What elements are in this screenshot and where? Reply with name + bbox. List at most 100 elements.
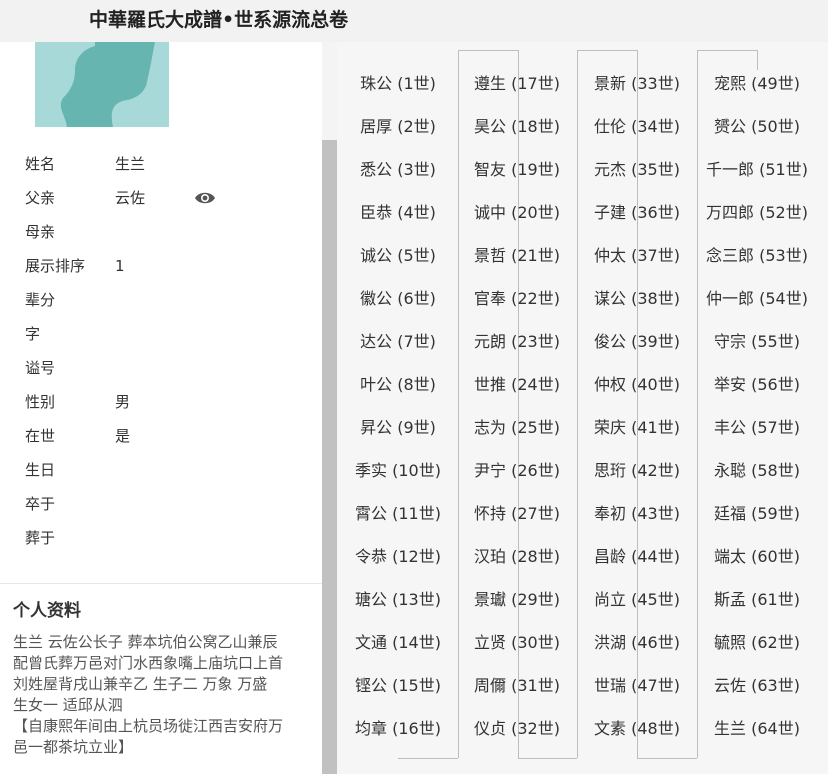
profile-label: 母亲 xyxy=(25,223,56,241)
generation-item[interactable]: 丰公 (57世) xyxy=(697,418,817,438)
bio-line: 刘姓屋背戌山兼辛乙 生子二 万象 万盛 xyxy=(13,675,268,693)
generation-item[interactable]: 仲一郎 (54世) xyxy=(697,289,817,309)
generation-item[interactable]: 荣庆 (41世) xyxy=(577,418,697,438)
generation-item[interactable]: 瑭公 (13世) xyxy=(338,590,458,610)
profile-label: 生日 xyxy=(25,461,56,479)
generation-item[interactable]: 念三郎 (53世) xyxy=(697,246,817,266)
generation-item[interactable]: 智友 (19世) xyxy=(457,160,577,180)
profile-row: 字 xyxy=(25,322,315,346)
profile-value: 1 xyxy=(115,257,125,275)
profile-value: 云佐 xyxy=(115,189,146,207)
generation-item[interactable]: 仲权 (40世) xyxy=(577,375,697,395)
generation-item[interactable]: 文通 (14世) xyxy=(338,633,458,653)
generation-item[interactable]: 尚立 (45世) xyxy=(577,590,697,610)
generation-item[interactable]: 永聪 (58世) xyxy=(697,461,817,481)
generation-item[interactable]: 赟公 (50世) xyxy=(697,117,817,137)
generation-item[interactable]: 奉初 (43世) xyxy=(577,504,697,524)
generation-item[interactable]: 尹宁 (26世) xyxy=(457,461,577,481)
generation-item[interactable]: 仪贞 (32世) xyxy=(457,719,577,739)
bio-title: 个人资料 xyxy=(13,601,81,621)
generation-item[interactable]: 子建 (36世) xyxy=(577,203,697,223)
profile-row: 在世 是 xyxy=(25,424,315,448)
generation-item[interactable]: 周儞 (31世) xyxy=(457,676,577,696)
tree-connector xyxy=(458,50,518,51)
profile-label: 性别 xyxy=(25,393,56,411)
generation-item[interactable]: 世推 (24世) xyxy=(457,375,577,395)
generation-item[interactable]: 霄公 (11世) xyxy=(338,504,458,524)
generation-item[interactable]: 斯孟 (61世) xyxy=(697,590,817,610)
profile-row: 谥号 xyxy=(25,356,315,380)
generation-item[interactable]: 举安 (56世) xyxy=(697,375,817,395)
generation-item[interactable]: 铿公 (15世) xyxy=(338,676,458,696)
generation-item[interactable]: 洪湖 (46世) xyxy=(577,633,697,653)
generation-item[interactable]: 达公 (7世) xyxy=(338,332,458,352)
generation-item[interactable]: 俊公 (39世) xyxy=(577,332,697,352)
generation-item[interactable]: 诚中 (20世) xyxy=(457,203,577,223)
profile-value: 男 xyxy=(115,393,131,411)
generation-item[interactable]: 怀持 (27世) xyxy=(457,504,577,524)
generation-item[interactable]: 生兰 (64世) xyxy=(697,719,817,739)
generation-item[interactable]: 昌龄 (44世) xyxy=(577,547,697,567)
generation-item[interactable]: 毓照 (62世) xyxy=(697,633,817,653)
generation-item[interactable]: 思珩 (42世) xyxy=(577,461,697,481)
tree-connector xyxy=(398,758,458,759)
profile-row: 母亲 xyxy=(25,220,315,244)
profile-row: 姓名 生兰 xyxy=(25,152,315,176)
generation-item[interactable]: 均章 (16世) xyxy=(338,719,458,739)
profile-row: 性别 男 xyxy=(25,390,315,414)
generation-item[interactable]: 文素 (48世) xyxy=(577,719,697,739)
generation-item[interactable]: 志为 (25世) xyxy=(457,418,577,438)
profile-value: 是 xyxy=(115,427,131,445)
generation-item[interactable]: 守宗 (55世) xyxy=(697,332,817,352)
generation-item[interactable]: 廷福 (59世) xyxy=(697,504,817,524)
generation-item[interactable]: 昇公 (9世) xyxy=(338,418,458,438)
generation-item[interactable]: 景哲 (21世) xyxy=(457,246,577,266)
profile-label: 谥号 xyxy=(25,359,56,377)
generation-item[interactable]: 官奉 (22世) xyxy=(457,289,577,309)
generation-item[interactable]: 昊公 (18世) xyxy=(457,117,577,137)
bio-line: 【自康熙年间由上杭员场徙江西吉安府万 xyxy=(13,717,284,735)
generation-item[interactable]: 居厚 (2世) xyxy=(338,117,458,137)
generation-item[interactable]: 徽公 (6世) xyxy=(338,289,458,309)
profile-label: 在世 xyxy=(25,427,56,445)
profile-row: 展示排序 1 xyxy=(25,254,315,278)
generation-item[interactable]: 千一郎 (51世) xyxy=(697,160,817,180)
tree-connector xyxy=(637,758,697,759)
profile-row: 葬于 xyxy=(25,526,315,550)
tree-connector xyxy=(757,50,758,70)
generation-item[interactable]: 诚公 (5世) xyxy=(338,246,458,266)
generation-item[interactable]: 世瑞 (47世) xyxy=(577,676,697,696)
generation-item[interactable]: 季实 (10世) xyxy=(338,461,458,481)
generation-item[interactable]: 宠熙 (49世) xyxy=(697,74,817,94)
profile-label: 卒于 xyxy=(25,495,56,513)
page-header: 中華羅氏大成譜•世系源流总卷 xyxy=(0,0,828,42)
generation-item[interactable]: 仕伦 (34世) xyxy=(577,117,697,137)
section-divider xyxy=(0,583,322,584)
bio-line: 配曾氏葬万邑对门水西象嘴上庙坑口上首 xyxy=(13,654,284,672)
generation-item[interactable]: 令恭 (12世) xyxy=(338,547,458,567)
generation-item[interactable]: 谋公 (38世) xyxy=(577,289,697,309)
generation-item[interactable]: 景瓛 (29世) xyxy=(457,590,577,610)
generation-item[interactable]: 悉公 (3世) xyxy=(338,160,458,180)
generation-item[interactable]: 臣恭 (4世) xyxy=(338,203,458,223)
generation-item[interactable]: 叶公 (8世) xyxy=(338,375,458,395)
generation-item[interactable]: 立贤 (30世) xyxy=(457,633,577,653)
generation-item[interactable]: 汉珀 (28世) xyxy=(457,547,577,567)
profile-label: 字 xyxy=(25,325,41,343)
generation-item[interactable]: 万四郎 (52世) xyxy=(697,203,817,223)
profile-row: 生日 xyxy=(25,458,315,482)
generation-item[interactable]: 珠公 (1世) xyxy=(338,74,458,94)
eye-icon[interactable] xyxy=(194,190,216,206)
bio-text: 生兰 云佐公长子 葬本坑伯公窝乙山兼辰 配曾氏葬万邑对门水西象嘴上庙坑口上首 刘… xyxy=(13,632,311,758)
tree-connector xyxy=(697,50,757,51)
generation-item[interactable]: 端太 (60世) xyxy=(697,547,817,567)
generation-item[interactable]: 遵生 (17世) xyxy=(457,74,577,94)
generation-item[interactable]: 元朗 (23世) xyxy=(457,332,577,352)
profile-label: 父亲 xyxy=(25,189,56,207)
generation-item[interactable]: 景新 (33世) xyxy=(577,74,697,94)
scrollbar-thumb[interactable] xyxy=(322,140,337,774)
generation-item[interactable]: 元杰 (35世) xyxy=(577,160,697,180)
generation-item[interactable]: 仲太 (37世) xyxy=(577,246,697,266)
bio-line: 邑一都茶坑立业】 xyxy=(13,738,134,756)
generation-item[interactable]: 云佐 (63世) xyxy=(697,676,817,696)
